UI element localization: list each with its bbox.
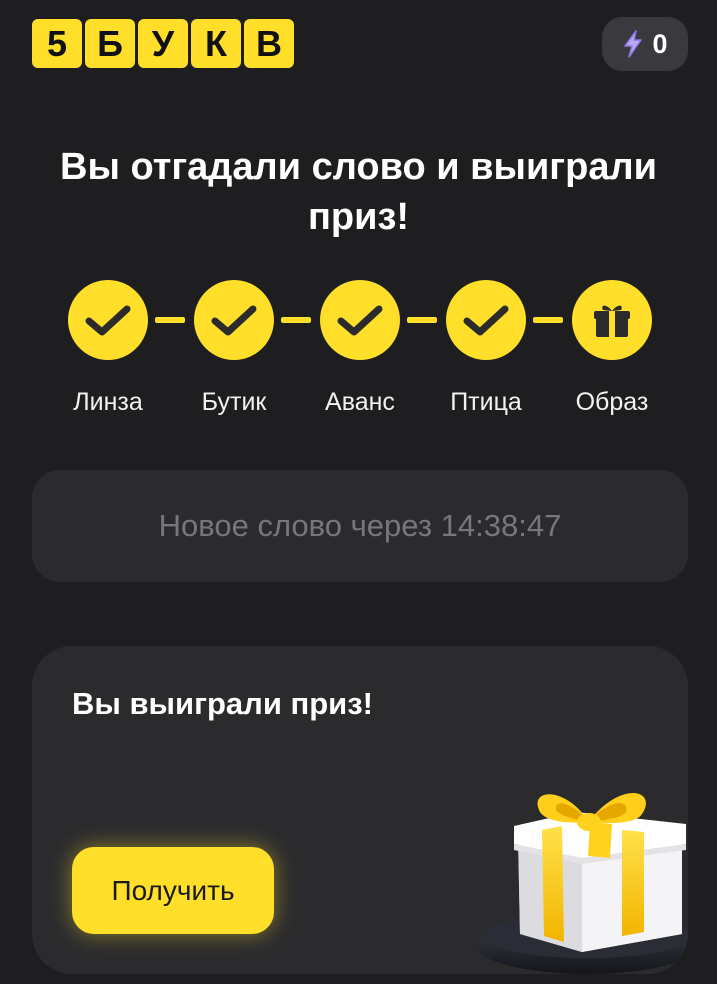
logo-letter: К bbox=[191, 19, 241, 68]
step-3-label: Аванс bbox=[325, 388, 395, 416]
check-icon bbox=[85, 305, 131, 336]
step-connector bbox=[155, 317, 185, 323]
step-5-circle bbox=[572, 280, 652, 360]
step-4-circle bbox=[446, 280, 526, 360]
prize-title: Вы выиграли приз! bbox=[72, 686, 373, 721]
check-icon bbox=[337, 305, 383, 336]
logo-letter: Б bbox=[85, 19, 135, 68]
energy-badge[interactable]: 0 bbox=[602, 17, 688, 71]
page-title: Вы отгадали слово и выиграли приз! bbox=[60, 146, 657, 238]
check-icon bbox=[463, 305, 509, 336]
energy-count: 0 bbox=[652, 28, 668, 59]
app-logo: 5 Б У К В bbox=[32, 19, 294, 68]
step-5-label: Образ bbox=[575, 388, 649, 416]
step-2-label: Бутик bbox=[201, 388, 267, 416]
timer-text: Новое слово через 14:38:47 bbox=[158, 508, 562, 543]
check-icon bbox=[211, 305, 257, 336]
step-connector bbox=[281, 317, 311, 323]
prize-card: Вы выиграли приз! Получить bbox=[32, 646, 688, 974]
next-word-timer: Новое слово через 14:38:47 bbox=[32, 470, 688, 582]
step-3-circle bbox=[320, 280, 400, 360]
logo-letter: В bbox=[244, 19, 294, 68]
lightning-icon bbox=[624, 30, 643, 58]
logo-letter: 5 bbox=[32, 19, 82, 68]
step-2-circle bbox=[194, 280, 274, 360]
step-1-label: Линза bbox=[73, 388, 143, 416]
step-1-circle bbox=[68, 280, 148, 360]
gift-icon bbox=[594, 305, 630, 337]
step-4-label: Птица bbox=[450, 388, 522, 416]
logo-letter: У bbox=[138, 19, 188, 68]
word-progress: Линза Бутик Аванс Птица Образ bbox=[0, 280, 717, 420]
gift-box-illustration bbox=[477, 792, 688, 974]
step-connector bbox=[533, 317, 563, 323]
claim-prize-button[interactable]: Получить bbox=[72, 847, 274, 934]
step-connector bbox=[407, 317, 437, 323]
